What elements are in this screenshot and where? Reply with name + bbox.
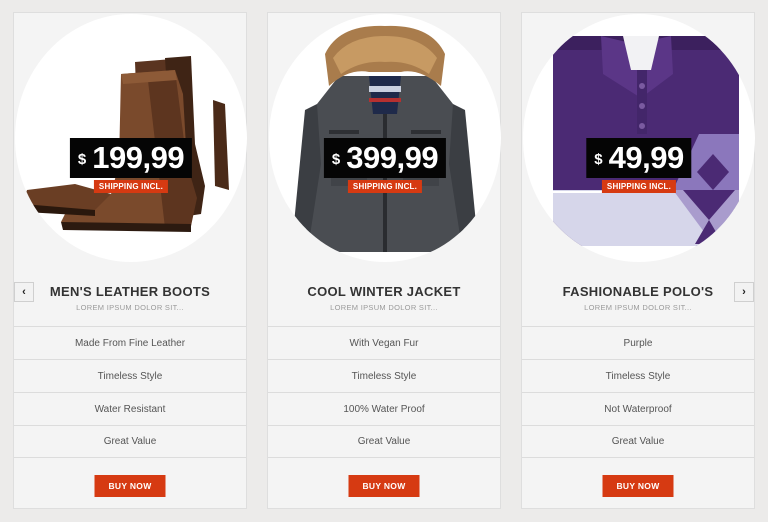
feature-item: Great Value: [268, 425, 500, 458]
currency-symbol: $: [77, 150, 87, 168]
feature-list: Made From Fine Leather Timeless Style Wa…: [14, 326, 246, 458]
price-amount: 49,99: [608, 140, 685, 175]
product-subtitle: LOREM IPSUM DOLOR SIT...: [584, 303, 692, 312]
product-image-jacket[interactable]: $ 399,99 SHIPPING INCL.: [269, 14, 501, 262]
chevron-right-icon: ›: [742, 286, 746, 298]
product-card-polo: $ 49,99 SHIPPING INCL. FASHIONABLE POLO'…: [521, 12, 755, 509]
product-title: FASHIONABLE POLO'S: [562, 284, 714, 299]
chevron-left-icon: ‹: [22, 286, 26, 298]
shipping-badge: SHIPPING INCL.: [93, 180, 169, 193]
price-tag: $ 199,99: [69, 138, 193, 178]
product-title: MEN'S LEATHER BOOTS: [49, 284, 211, 299]
price-amount: 399,99: [346, 140, 439, 175]
buy-now-button[interactable]: BUY NOW: [348, 475, 420, 497]
feature-item: 100% Water Proof: [268, 392, 500, 425]
feature-list: With Vegan Fur Timeless Style 100% Water…: [268, 326, 500, 458]
carousel-prev-button[interactable]: ‹: [14, 282, 34, 302]
feature-item: Timeless Style: [14, 359, 246, 392]
price-amount: 199,99: [92, 140, 185, 175]
feature-item: Made From Fine Leather: [14, 326, 246, 359]
currency-symbol: $: [594, 150, 603, 168]
feature-item: Timeless Style: [268, 359, 500, 392]
feature-item: Great Value: [14, 425, 246, 458]
product-card-jacket: $ 399,99 SHIPPING INCL. COOL WINTER JACK…: [267, 12, 501, 509]
feature-item: With Vegan Fur: [268, 326, 500, 359]
shipping-badge: SHIPPING INCL.: [347, 180, 423, 193]
feature-item: Purple: [522, 326, 754, 359]
shipping-badge: SHIPPING INCL.: [601, 180, 677, 193]
feature-item: Great Value: [522, 425, 754, 458]
feature-item: Not Waterproof: [522, 392, 754, 425]
price-tag: $ 49,99: [586, 138, 692, 178]
product-subtitle: LOREM IPSUM DOLOR SIT...: [330, 303, 438, 312]
product-title: COOL WINTER JACKET: [307, 284, 461, 299]
buy-now-button[interactable]: BUY NOW: [94, 475, 166, 497]
product-image-boots[interactable]: $ 199,99 SHIPPING INCL.: [15, 14, 247, 262]
product-subtitle: LOREM IPSUM DOLOR SIT...: [76, 303, 184, 312]
feature-item: Timeless Style: [522, 359, 754, 392]
currency-symbol: $: [331, 150, 341, 168]
feature-item: Water Resistant: [14, 392, 246, 425]
feature-list: Purple Timeless Style Not Waterproof Gre…: [522, 326, 754, 458]
carousel-next-button[interactable]: ›: [734, 282, 754, 302]
buy-now-button[interactable]: BUY NOW: [602, 475, 674, 497]
product-image-polo[interactable]: $ 49,99 SHIPPING INCL.: [523, 14, 755, 262]
price-tag: $ 399,99: [323, 138, 447, 178]
product-card-boots: $ 199,99 SHIPPING INCL. MEN'S LEATHER BO…: [13, 12, 247, 509]
